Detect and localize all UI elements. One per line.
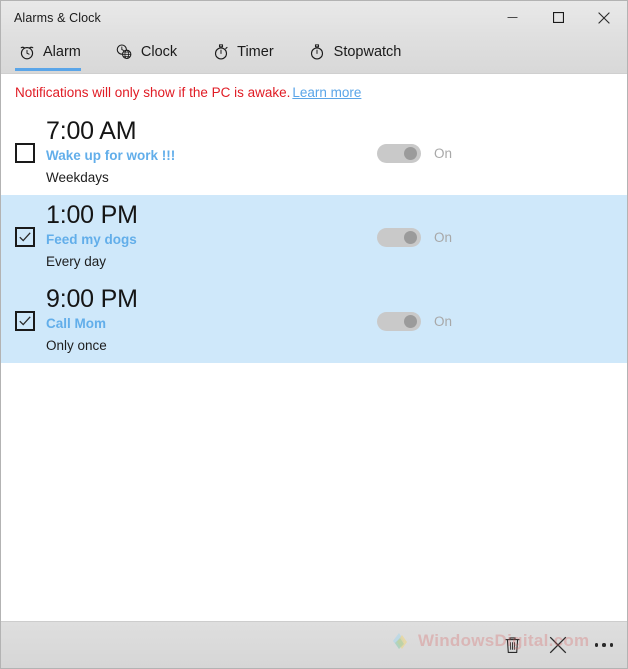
alarm-select-checkbox[interactable]	[15, 227, 35, 247]
maximize-button[interactable]	[535, 1, 581, 34]
alarm-toggle-label: On	[434, 229, 453, 245]
minimize-button[interactable]	[489, 1, 535, 34]
alarms-and-clock-window: Alarms & Clock Alarm Clock Timer Stopwat…	[0, 0, 628, 669]
more-dots-icon	[594, 643, 614, 647]
close-button[interactable]	[581, 1, 627, 34]
tab-label-timer: Timer	[237, 44, 274, 60]
alarm-time: 7:00 AM	[46, 116, 137, 145]
alarm-enable-toggle[interactable]	[377, 143, 421, 163]
title-bar: Alarms & Clock	[1, 1, 627, 34]
tab-timer[interactable]: Timer	[209, 34, 288, 70]
maximize-icon	[552, 12, 564, 23]
tab-alarm[interactable]: Alarm	[15, 34, 95, 71]
cancel-button[interactable]	[535, 622, 581, 668]
alarm-toggle-group: On	[377, 143, 627, 163]
alarm-list-item[interactable]: 7:00 AM Wake up for work !!! Weekdays On	[1, 111, 627, 195]
alarm-repeat: Every day	[46, 253, 107, 269]
close-icon	[598, 11, 610, 24]
alarm-enable-toggle[interactable]	[377, 311, 421, 331]
close-icon	[549, 636, 567, 654]
alarm-details: 1:00 PM Feed my dogs Every day	[46, 200, 377, 272]
notification-warning-bar: Notifications will only show if the PC i…	[1, 74, 627, 111]
checkmark-icon	[19, 316, 31, 326]
alarm-list: 7:00 AM Wake up for work !!! Weekdays On…	[1, 111, 627, 621]
trash-icon	[505, 637, 519, 653]
alarm-toggle-label: On	[434, 313, 453, 329]
alarm-name: Wake up for work !!!	[46, 147, 176, 163]
minimize-icon	[507, 17, 517, 18]
window-title: Alarms & Clock	[14, 10, 101, 25]
alarm-time: 9:00 PM	[46, 284, 138, 313]
toggle-knob	[404, 230, 417, 244]
delete-alarm-button[interactable]	[489, 622, 535, 668]
stopwatch-icon	[308, 43, 327, 62]
alarm-list-item[interactable]: 1:00 PM Feed my dogs Every day On	[1, 195, 627, 279]
world-clock-icon	[115, 43, 134, 62]
watermark-logo-icon	[391, 630, 413, 652]
alarm-details: 9:00 PM Call Mom Only once	[46, 284, 377, 356]
alarm-select-checkbox[interactable]	[15, 143, 35, 163]
command-bar: WindowsDigital.com	[1, 621, 627, 668]
tab-stopwatch[interactable]: Stopwatch	[306, 34, 416, 70]
tab-label-stopwatch: Stopwatch	[333, 44, 402, 60]
toggle-knob	[404, 146, 417, 160]
tab-label-alarm: Alarm	[43, 44, 81, 60]
alarm-repeat: Only once	[46, 337, 107, 353]
alarm-clock-icon	[17, 43, 36, 62]
alarm-toggle-group: On	[377, 311, 627, 331]
alarm-select-checkbox[interactable]	[15, 311, 35, 331]
tab-clock[interactable]: Clock	[113, 34, 191, 70]
caption-button-group	[489, 1, 627, 34]
more-options-button[interactable]	[581, 622, 627, 668]
tab-label-clock: Clock	[140, 44, 178, 60]
alarm-details: 7:00 AM Wake up for work !!! Weekdays	[46, 116, 377, 188]
alarm-toggle-label: On	[434, 145, 453, 161]
alarm-name: Feed my dogs	[46, 231, 137, 247]
learn-more-link[interactable]: Learn more	[292, 85, 361, 100]
alarm-time: 1:00 PM	[46, 200, 138, 229]
alarm-name: Call Mom	[46, 315, 107, 331]
toggle-knob	[404, 314, 417, 328]
notification-warning-text: Notifications will only show if the PC i…	[15, 85, 291, 100]
timer-icon	[211, 43, 230, 62]
checkmark-icon	[19, 232, 31, 242]
alarm-repeat: Weekdays	[46, 169, 109, 185]
alarm-toggle-group: On	[377, 227, 627, 247]
alarm-list-item[interactable]: 9:00 PM Call Mom Only once On	[1, 279, 627, 363]
tab-strip: Alarm Clock Timer Stopwatch	[1, 34, 627, 74]
alarm-enable-toggle[interactable]	[377, 227, 421, 247]
